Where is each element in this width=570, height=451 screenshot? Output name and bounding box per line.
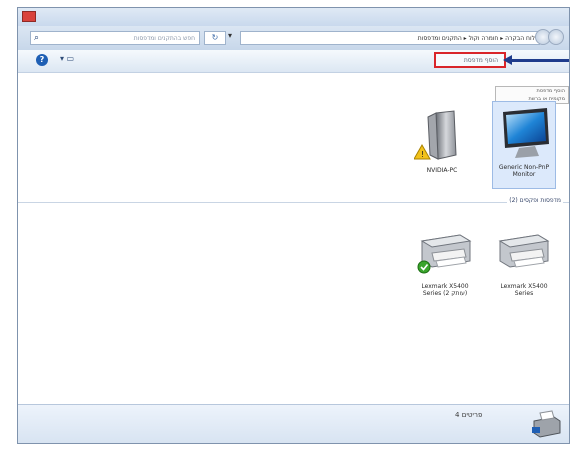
search-icon: ⌕ bbox=[34, 33, 40, 43]
printer-icon bbox=[417, 234, 472, 274]
search-placeholder: חפש בהתקנים ומדפסות bbox=[133, 35, 195, 42]
device-label-line-1: Generic Non-PnP bbox=[498, 164, 550, 171]
command-bar: ? ▾ ▭ הוסף מדפסת bbox=[18, 50, 569, 73]
printers-group-header[interactable]: מדפסות ופקסים (2) bbox=[507, 197, 563, 204]
svg-text:!: ! bbox=[421, 150, 424, 159]
navigation-buttons bbox=[535, 27, 565, 47]
search-input[interactable]: ⌕ חפש בהתקנים ומדפסות bbox=[30, 31, 200, 45]
tooltip-line-1: הוסף מדפסת bbox=[536, 88, 565, 94]
printer-item-lexmark-2[interactable]: Lexmark X5400 Series bbox=[492, 223, 556, 307]
add-printer-button[interactable]: הוסף מדפסת bbox=[434, 52, 506, 68]
printer-label-line-1: Lexmark X5400 bbox=[500, 283, 548, 290]
monitor-icon bbox=[503, 108, 549, 158]
details-pane: 4 פריטים bbox=[18, 404, 569, 443]
recent-locations-chevron-icon[interactable]: ▾ bbox=[228, 31, 232, 40]
computer-tower-icon: ! bbox=[413, 110, 457, 160]
address-row: ⌕ חפש בהתקנים ומדפסות ↻ ▾ לוח הבקרה ▸ חו… bbox=[18, 26, 569, 50]
device-item-generic-monitor[interactable]: Generic Non-PnP Monitor bbox=[492, 101, 556, 189]
title-bar bbox=[18, 8, 569, 26]
callout-arrow bbox=[508, 59, 569, 62]
device-label-line-2: Monitor bbox=[512, 171, 536, 178]
printer-item-lexmark-1[interactable]: Lexmark X5400 Series (2 עותק) bbox=[414, 223, 476, 307]
group-separator bbox=[18, 202, 569, 203]
change-view-icon[interactable]: ▾ ▭ bbox=[60, 54, 74, 63]
devices-content-area: הוסף מדפסת מקומית או ברשת ! NVIDIA-PC Ge… bbox=[18, 73, 569, 405]
breadcrumb[interactable]: לוח הבקרה ▸ חומרה וקול ▸ התקנים ומדפסות bbox=[418, 34, 535, 43]
printer-label-line-1: Lexmark X5400 bbox=[421, 283, 469, 290]
printer-icon bbox=[498, 234, 550, 268]
refresh-button[interactable]: ↻ bbox=[204, 31, 226, 45]
devices-printers-window: ⌕ חפש בהתקנים ומדפסות ↻ ▾ לוח הבקרה ▸ חו… bbox=[17, 7, 570, 444]
address-bar[interactable]: לוח הבקרה ▸ חומרה וקול ▸ התקנים ומדפסות bbox=[240, 31, 540, 45]
printer-label-line-2: Series bbox=[514, 290, 534, 297]
item-count: 4 פריטים bbox=[455, 411, 483, 419]
printer-fax-icon bbox=[532, 410, 561, 438]
printer-label-line-2: Series (2 עותק) bbox=[422, 290, 468, 297]
window-system-icon[interactable] bbox=[22, 11, 36, 22]
device-label: NVIDIA-PC bbox=[426, 167, 458, 174]
help-icon[interactable]: ? bbox=[36, 54, 48, 66]
add-printer-label: הוסף מדפסת bbox=[463, 57, 498, 64]
refresh-icon: ↻ bbox=[211, 33, 219, 42]
back-button[interactable] bbox=[548, 29, 564, 45]
device-item-nvidia-pc[interactable]: ! NVIDIA-PC bbox=[413, 109, 470, 185]
